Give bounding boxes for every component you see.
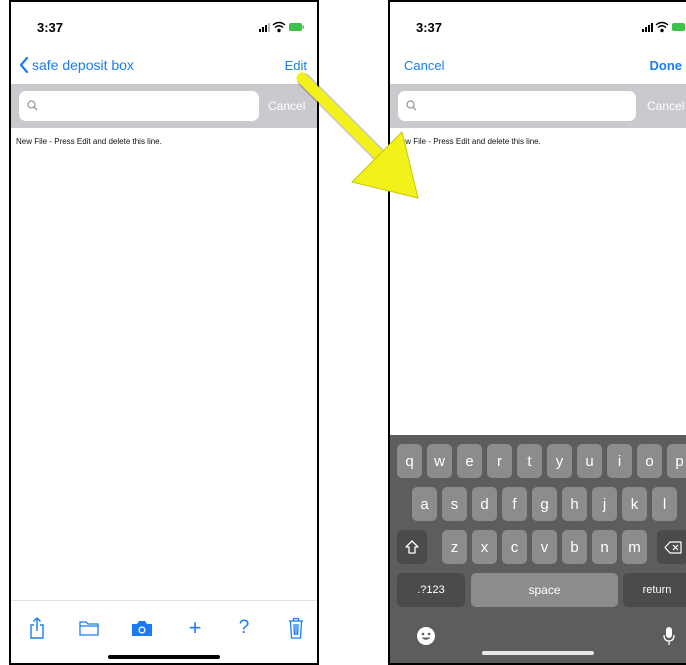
key-o[interactable]: o bbox=[637, 444, 662, 478]
battery-icon bbox=[289, 23, 304, 31]
key-b[interactable]: b bbox=[562, 530, 587, 564]
back-button[interactable]: safe deposit box bbox=[19, 57, 134, 73]
key-l[interactable]: l bbox=[652, 487, 677, 521]
home-indicator bbox=[108, 655, 220, 659]
key-s[interactable]: s bbox=[442, 487, 467, 521]
key-c[interactable]: c bbox=[502, 530, 527, 564]
help-button[interactable]: ? bbox=[230, 614, 258, 642]
status-icons bbox=[642, 21, 686, 33]
key-k[interactable]: k bbox=[622, 487, 647, 521]
add-button[interactable]: + bbox=[181, 614, 209, 642]
trash-icon bbox=[289, 617, 303, 639]
search-icon bbox=[27, 100, 38, 111]
folder-icon bbox=[79, 621, 99, 636]
numbers-key[interactable]: .?123 bbox=[397, 573, 465, 607]
key-v[interactable]: v bbox=[532, 530, 557, 564]
status-bar: 3:37 bbox=[390, 2, 686, 46]
key-q[interactable]: q bbox=[397, 444, 422, 478]
key-w[interactable]: w bbox=[427, 444, 452, 478]
navigation-bar: safe deposit box Edit bbox=[11, 46, 317, 84]
camera-button[interactable] bbox=[128, 614, 156, 642]
battery-icon bbox=[672, 23, 685, 31]
status-time: 3:37 bbox=[416, 20, 443, 35]
backspace-icon bbox=[663, 540, 682, 554]
keyboard: q w e r t y u i o p a s d f g h j k l z … bbox=[390, 435, 686, 663]
folder-button[interactable] bbox=[75, 614, 103, 642]
key-r[interactable]: r bbox=[487, 444, 512, 478]
key-z[interactable]: z bbox=[442, 530, 467, 564]
key-p[interactable]: p bbox=[667, 444, 686, 478]
share-button[interactable] bbox=[23, 614, 51, 642]
key-d[interactable]: d bbox=[472, 487, 497, 521]
key-n[interactable]: n bbox=[592, 530, 617, 564]
left-phone-screen: 3:37 safe deposit box Edit Cancel New Fi… bbox=[9, 0, 319, 665]
trash-button[interactable] bbox=[282, 614, 310, 642]
wifi-icon bbox=[272, 21, 286, 33]
signal-icon bbox=[259, 23, 270, 32]
dictation-button[interactable] bbox=[658, 625, 680, 647]
key-x[interactable]: x bbox=[472, 530, 497, 564]
document-text[interactable]: New File - Press Edit and delete this li… bbox=[16, 137, 162, 146]
key-i[interactable]: i bbox=[607, 444, 632, 478]
home-indicator bbox=[482, 651, 594, 655]
key-e[interactable]: e bbox=[457, 444, 482, 478]
back-button-label: safe deposit box bbox=[32, 57, 134, 73]
key-m[interactable]: m bbox=[622, 530, 647, 564]
search-input[interactable] bbox=[19, 91, 259, 121]
emoji-button[interactable] bbox=[415, 625, 437, 647]
chevron-left-icon bbox=[19, 57, 29, 73]
add-icon: + bbox=[188, 615, 202, 640]
shift-icon bbox=[405, 540, 419, 554]
shift-key[interactable] bbox=[397, 530, 427, 564]
microphone-icon bbox=[663, 627, 675, 645]
signal-icon bbox=[642, 23, 653, 32]
done-button[interactable]: Done bbox=[650, 58, 683, 73]
key-g[interactable]: g bbox=[532, 487, 557, 521]
camera-icon bbox=[132, 620, 152, 636]
key-h[interactable]: h bbox=[562, 487, 587, 521]
delete-key[interactable] bbox=[657, 530, 686, 564]
key-a[interactable]: a bbox=[412, 487, 437, 521]
search-cancel-button[interactable]: Cancel bbox=[647, 99, 684, 113]
wifi-icon bbox=[655, 21, 669, 33]
key-y[interactable]: y bbox=[547, 444, 572, 478]
status-bar: 3:37 bbox=[11, 2, 317, 46]
status-icons bbox=[259, 21, 305, 33]
transition-arrow-icon bbox=[296, 72, 419, 199]
return-key[interactable]: return bbox=[623, 573, 686, 607]
key-t[interactable]: t bbox=[517, 444, 542, 478]
space-key[interactable]: space bbox=[471, 573, 618, 607]
key-f[interactable]: f bbox=[502, 487, 527, 521]
key-j[interactable]: j bbox=[592, 487, 617, 521]
emoji-icon bbox=[417, 627, 435, 645]
status-time: 3:37 bbox=[37, 20, 64, 35]
help-icon: ? bbox=[238, 617, 250, 638]
bottom-toolbar: + ? bbox=[11, 600, 317, 663]
search-bar: Cancel bbox=[11, 84, 317, 128]
key-u[interactable]: u bbox=[577, 444, 602, 478]
share-icon bbox=[30, 617, 44, 639]
